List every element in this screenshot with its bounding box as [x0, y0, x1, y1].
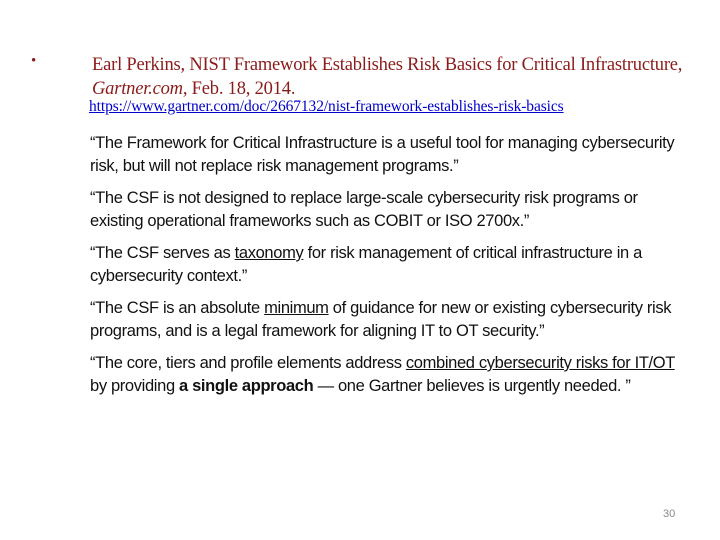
quote-text: “The CSF serves as	[90, 244, 235, 262]
page-number: 30	[663, 508, 676, 520]
bullet-icon: •	[31, 53, 37, 69]
quote-text: “The core, tiers and profile elements ad…	[90, 354, 406, 372]
quote-paragraph: “The core, tiers and profile elements ad…	[90, 352, 680, 398]
quote-emphasis-underline: combined cybersecurity risks for IT/OT	[405, 354, 675, 372]
quotes-list: “The Framework for Critical Infrastructu…	[90, 132, 680, 407]
quote-paragraph: “The CSF is an absolute minimum of guida…	[90, 297, 680, 343]
quote-text: “The CSF is not designed to replace larg…	[90, 189, 638, 230]
quote-text: “The CSF is an absolute	[90, 299, 265, 317]
citation-source: Gartner.com	[92, 79, 183, 99]
quote-emphasis-underline: taxonomy	[234, 244, 304, 262]
citation-url-link[interactable]: https://www.gartner.com/doc/2667132/nist…	[89, 98, 564, 116]
quote-paragraph: “The Framework for Critical Infrastructu…	[90, 132, 680, 178]
quote-emphasis-underline: minimum	[264, 299, 329, 317]
quote-text: by providing	[90, 377, 180, 395]
citation-reference: Earl Perkins, NIST Framework Establishes…	[92, 53, 692, 101]
citation-author-title: Earl Perkins, NIST Framework Establishes…	[92, 55, 683, 75]
quote-emphasis-bold: a single approach	[179, 377, 314, 395]
quote-paragraph: “The CSF is not designed to replace larg…	[90, 187, 680, 233]
quote-paragraph: “The CSF serves as taxonomy for risk man…	[90, 242, 680, 288]
quote-text: “The Framework for Critical Infrastructu…	[90, 134, 675, 175]
citation-date: , Feb. 18, 2014.	[182, 79, 296, 99]
quote-text: — one Gartner believes is urgently neede…	[313, 377, 631, 395]
slide: • Earl Perkins, NIST Framework Establish…	[0, 0, 720, 540]
